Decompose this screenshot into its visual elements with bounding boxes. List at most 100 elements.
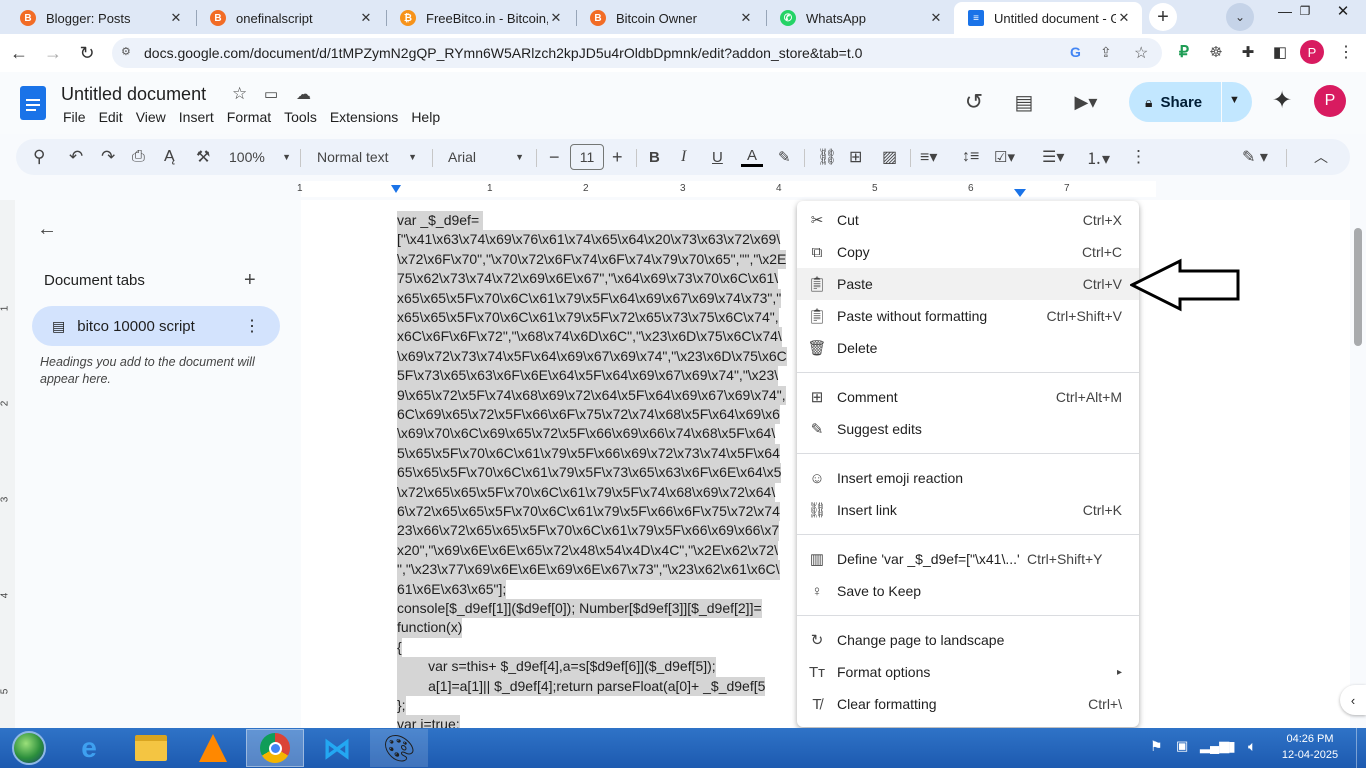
address-bar[interactable]: ⚙ docs.google.com/document/d/1tMPZymN2gQ… — [112, 38, 1162, 68]
comments-icon[interactable]: ▤ — [1010, 88, 1038, 116]
menu-help[interactable]: Help — [411, 109, 440, 125]
menu-insert[interactable]: Insert — [179, 109, 214, 125]
share-dropdown-icon[interactable]: ▼ — [1229, 94, 1240, 106]
close-tab-icon[interactable]: ✕ — [358, 10, 374, 26]
insert-image-icon[interactable]: ▨ — [882, 139, 897, 175]
search-menus-icon[interactable]: ⚲ — [33, 139, 45, 175]
spellcheck-icon[interactable]: Ą — [164, 139, 175, 175]
code-line[interactable]: \x69\x72\x73\x74\x5F\x64\x69\x67\x69\x74… — [397, 346, 787, 367]
side-panel-toggle-icon[interactable]: ‹ — [1340, 685, 1366, 715]
editing-mode-icon[interactable]: ✎ ▾ — [1242, 139, 1268, 175]
code-line[interactable]: console[$_d9ef[1]]($d9ef[0]); Number[$d9… — [397, 599, 762, 619]
volume-icon[interactable]: 🔈︎ — [1248, 738, 1256, 755]
insert-comment-icon[interactable]: ⊞ — [849, 139, 862, 175]
code-line[interactable]: 9\x65\x72\x5F\x74\x68\x69\x72\x64\x5F\x6… — [397, 385, 786, 405]
version-history-icon[interactable]: ↺ — [960, 88, 988, 116]
code-line[interactable]: var i=true; — [397, 715, 460, 728]
code-line[interactable]: \x72\x6F\x70","\x70\x72\x6F\x74\x6F\x74\… — [397, 249, 787, 270]
code-line[interactable]: x20","\x69\x6E\x6E\x65\x72\x48\x54\x4D\x… — [397, 540, 778, 561]
menu-item-suggest[interactable]: ✎ Suggest edits — [797, 413, 1139, 445]
star-icon[interactable]: ☆ — [232, 84, 247, 104]
close-tab-icon[interactable]: ✕ — [928, 10, 944, 26]
code-line[interactable]: function(x) — [397, 618, 463, 638]
close-tab-icon[interactable]: ✕ — [1116, 10, 1132, 26]
menu-view[interactable]: View — [136, 109, 166, 125]
code-line[interactable]: 6C\x69\x65\x72\x5F\x66\x6F\x75\x72\x74\x… — [397, 405, 780, 425]
menu-item-copy[interactable]: ⧉ Copy Ctrl+C — [797, 236, 1139, 268]
close-window-button[interactable]: ✕ — [1326, 0, 1360, 22]
bulleted-list-icon[interactable]: ☰▾ — [1042, 139, 1064, 175]
close-tab-icon[interactable]: ✕ — [168, 10, 184, 26]
extension-p-icon[interactable]: ₽ — [1174, 42, 1194, 62]
font-select[interactable]: Arial ▼ — [448, 139, 524, 175]
menu-item-clear-formatting[interactable]: T̸ Clear formatting Ctrl+\ — [797, 688, 1139, 720]
share-page-icon[interactable]: ⇪ — [1100, 44, 1112, 61]
menu-item-delete[interactable]: 🗑︎ Delete — [797, 332, 1139, 364]
browser-tab[interactable]: ✆ WhatsApp ✕ — [766, 2, 954, 34]
underline-icon[interactable]: U — [712, 139, 723, 175]
browser-tab[interactable]: B Bitcoin Owner ✕ — [576, 2, 764, 34]
scrollbar-thumb[interactable] — [1354, 228, 1362, 346]
sidebar-item-doc-tab[interactable]: ▤ bitco 10000 script ⋮ — [32, 306, 280, 346]
left-indent-marker[interactable] — [391, 185, 401, 193]
menu-item-define[interactable]: ▥ Define 'var _$_d9ef=["\x41\...' Ctrl+Shi… — [797, 543, 1139, 575]
restore-button[interactable]: ❐ — [1290, 0, 1320, 22]
bold-icon[interactable]: B — [649, 139, 660, 175]
code-line[interactable]: 5\x65\x5F\x70\x6C\x61\x79\x5F\x66\x69\x7… — [397, 443, 780, 464]
menu-item-keep[interactable]: ♀ Save to Keep — [797, 575, 1139, 607]
clock-date[interactable]: 12-04-2025 — [1280, 749, 1340, 761]
menu-item-paste[interactable]: 📋︎ Paste Ctrl+V — [797, 268, 1139, 300]
tray-app-icon[interactable]: ▣ — [1176, 738, 1188, 754]
paint-icon[interactable]: 🎨︎ — [370, 729, 428, 767]
code-line[interactable]: 61\x6E\x63\x65"]; — [397, 579, 507, 599]
code-line[interactable]: }; — [397, 696, 406, 716]
bookmark-star-icon[interactable]: ☆ — [1134, 43, 1148, 63]
menu-item-comment[interactable]: ⊞ Comment Ctrl+Alt+M — [797, 381, 1139, 413]
italic-icon[interactable]: I — [681, 139, 686, 175]
move-folder-icon[interactable]: ▭ — [264, 85, 278, 103]
meet-icon[interactable]: ▶▾ — [1066, 88, 1106, 116]
docs-logo-icon[interactable] — [20, 86, 46, 120]
battery-icon[interactable]: ▮ — [1228, 738, 1236, 755]
print-icon[interactable]: ⎙ — [132, 139, 145, 175]
vscode-icon[interactable]: ⋈ — [308, 729, 366, 767]
code-line[interactable]: a[1]=a[1]|| $_d9ef[4];return parseFloat(… — [397, 676, 766, 696]
browser-tab-active[interactable]: ≡ Untitled document - Go ✕ — [954, 2, 1142, 34]
browser-tab[interactable]: B Blogger: Posts ✕ — [6, 2, 194, 34]
extensions-puzzle-icon[interactable]: ✚ — [1238, 42, 1258, 62]
insert-link-icon[interactable]: ⛓ — [817, 139, 837, 175]
internet-explorer-icon[interactable]: e — [60, 729, 118, 767]
reload-icon[interactable]: ↻ — [74, 40, 100, 66]
cloud-saved-icon[interactable]: ☁ — [296, 85, 311, 103]
zoom-select[interactable]: 100% ▼ — [229, 139, 291, 175]
code-line[interactable]: { — [397, 637, 402, 658]
menu-item-paste-plain[interactable]: 📋︎ Paste without formatting Ctrl+Shift+V — [797, 300, 1139, 332]
back-icon[interactable]: ← — [6, 40, 32, 66]
browser-tab[interactable]: ₿ FreeBitco.in - Bitcoin, Bi ✕ — [386, 2, 574, 34]
code-line[interactable]: var _$_d9ef= — [397, 211, 484, 231]
gemini-icon[interactable]: ✦ — [1268, 86, 1296, 114]
close-tab-icon[interactable]: ✕ — [738, 10, 754, 26]
account-avatar[interactable]: P — [1314, 85, 1346, 117]
code-line[interactable]: \x72\x65\x65\x5F\x70\x6C\x61\x79\x5F\x74… — [397, 482, 776, 502]
numbered-list-icon[interactable]: ⒈▾ — [1086, 139, 1110, 175]
hide-menus-icon[interactable]: ︿ — [1314, 139, 1328, 175]
menu-item-emoji[interactable]: ☺ Insert emoji reaction — [797, 462, 1139, 494]
browser-tab[interactable]: B onefinalscript ✕ — [196, 2, 384, 34]
code-line[interactable]: ","\x23\x77\x69\x6E\x6E\x69\x6E\x67\x73"… — [397, 560, 780, 580]
clock-time[interactable]: 04:26 PM — [1280, 733, 1340, 745]
document-title[interactable]: Untitled document — [61, 84, 206, 105]
menu-format[interactable]: Format — [227, 109, 271, 125]
more-options-icon[interactable]: ⋮ — [1130, 139, 1147, 175]
close-tab-icon[interactable]: ✕ — [548, 10, 564, 26]
undo-icon[interactable]: ↶ — [69, 139, 83, 175]
menu-file[interactable]: File — [63, 109, 86, 125]
code-line[interactable]: 65\x65\x5F\x70\x6C\x61\x79\x5F\x73\x65\x… — [397, 463, 782, 483]
tab-options-icon[interactable]: ⋮ — [244, 316, 260, 336]
code-line[interactable]: 23\x66\x72\x65\x65\x5F\x70\x6C\x61\x79\x… — [397, 521, 780, 541]
back-arrow-icon[interactable]: ← — [37, 218, 57, 241]
network-icon[interactable]: ▂▄▆ — [1200, 738, 1229, 754]
file-explorer-icon[interactable] — [122, 729, 180, 767]
code-line[interactable]: var s=this+ $_d9ef[4],a=s[$d9ef[6]]($_d9… — [397, 657, 716, 677]
align-icon[interactable]: ≡▾ — [920, 139, 937, 175]
